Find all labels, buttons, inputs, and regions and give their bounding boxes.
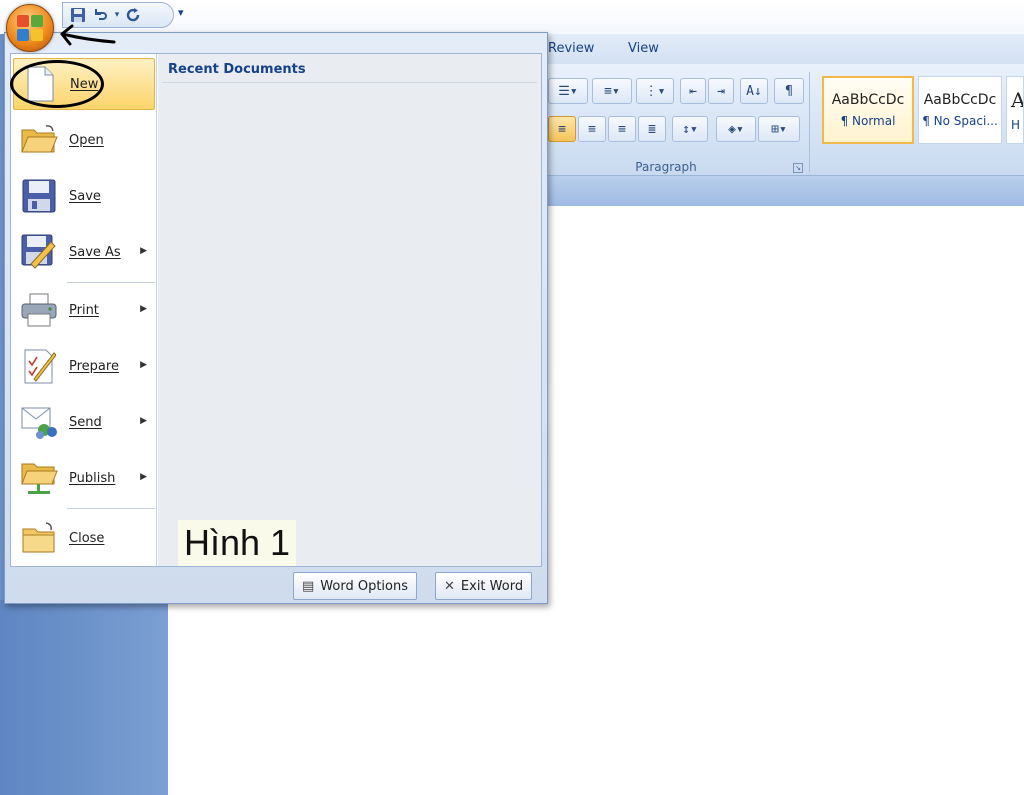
styles-group: AaBbCcDc ¶ Normal AaBbCcDc ¶ No Spaci...… xyxy=(816,72,1024,172)
paragraph-group: ☰▾ ≡▾ ⋮▾ ⇤ ⇥ A↓ ¶ ≡ ≡ ≡ ≣ ↕▾ ◈▾ ⊞▾ Parag… xyxy=(546,72,810,174)
menu-item-label: New xyxy=(70,76,99,92)
office-logo-icon xyxy=(17,15,43,41)
justify-icon[interactable]: ≣ xyxy=(638,116,666,142)
save-icon[interactable] xyxy=(69,6,87,24)
figure-caption: Hình 1 xyxy=(178,520,297,566)
submenu-arrow-icon: ▶ xyxy=(140,416,147,426)
save-icon xyxy=(19,176,59,216)
menu-item-label: Send xyxy=(69,414,102,430)
send-icon xyxy=(19,402,59,442)
align-left-icon[interactable]: ≡ xyxy=(548,116,576,142)
menu-item-save[interactable]: Save xyxy=(13,170,155,222)
menu-item-label: Open xyxy=(69,132,104,148)
exit-word-button[interactable]: ✕ Exit Word xyxy=(435,572,533,600)
new-document-icon xyxy=(20,64,60,104)
tab-view[interactable]: View xyxy=(628,41,659,56)
ruler-strip xyxy=(546,176,1024,206)
redo-icon[interactable] xyxy=(125,6,143,24)
bullets-icon[interactable]: ☰▾ xyxy=(548,78,588,104)
recent-separator xyxy=(162,82,537,83)
menu-item-label: Publish xyxy=(69,470,116,486)
recent-documents-title: Recent Documents xyxy=(168,62,306,77)
style-name: ¶ No Spaci... xyxy=(922,114,998,128)
menu-separator xyxy=(67,282,155,283)
publish-icon xyxy=(19,458,59,498)
office-button[interactable] xyxy=(6,4,54,52)
decrease-indent-icon[interactable]: ⇤ xyxy=(680,78,706,104)
style-sample: A xyxy=(1011,88,1023,112)
office-menu-commands: New Open Save Save As ▶ Print ▶ Prepare … xyxy=(11,54,157,566)
menu-item-publish[interactable]: Publish ▶ xyxy=(13,452,155,504)
customize-toolbar-icon[interactable]: ▾ xyxy=(178,6,184,19)
quick-access-toolbar: ▾ xyxy=(62,2,174,28)
submenu-arrow-icon: ▶ xyxy=(140,304,147,314)
increase-indent-icon[interactable]: ⇥ xyxy=(708,78,734,104)
ribbon: ☰▾ ≡▾ ⋮▾ ⇤ ⇥ A↓ ¶ ≡ ≡ ≡ ≣ ↕▾ ◈▾ ⊞▾ Parag… xyxy=(546,64,1024,176)
style-name: H xyxy=(1011,118,1021,132)
menu-item-label: Prepare xyxy=(69,358,119,374)
recent-documents-panel: Recent Documents Hình 1 xyxy=(158,54,541,566)
menu-item-print[interactable]: Print ▶ xyxy=(13,284,155,336)
shading-icon[interactable]: ◈▾ xyxy=(716,116,756,142)
word-options-button[interactable]: ▤ Word Options xyxy=(293,572,418,600)
menu-item-open[interactable]: Open xyxy=(13,114,155,166)
menu-separator xyxy=(67,508,155,509)
align-right-icon[interactable]: ≡ xyxy=(608,116,636,142)
multilevel-list-icon[interactable]: ⋮▾ xyxy=(636,78,674,104)
ribbon-tab-row: Review View xyxy=(546,34,1024,64)
menu-item-label: Save As xyxy=(69,244,121,260)
menu-item-new[interactable]: New xyxy=(13,58,155,110)
menu-item-close[interactable]: Close xyxy=(13,512,155,564)
office-menu-body: New Open Save Save As ▶ Print ▶ Prepare … xyxy=(10,53,542,567)
submenu-arrow-icon: ▶ xyxy=(140,246,147,256)
printer-icon xyxy=(19,290,59,330)
tab-review[interactable]: Review xyxy=(548,41,594,56)
style-sample: AaBbCcDc xyxy=(831,92,905,108)
submenu-arrow-icon: ▶ xyxy=(140,472,147,482)
style-no-spacing[interactable]: AaBbCcDc ¶ No Spaci... xyxy=(918,76,1002,144)
dialog-launcher-icon[interactable]: ↘ xyxy=(793,163,803,173)
close-folder-icon xyxy=(19,518,59,558)
exit-word-label: Exit Word xyxy=(460,578,524,594)
sort-icon[interactable]: A↓ xyxy=(740,78,768,104)
undo-icon[interactable] xyxy=(91,6,109,24)
menu-item-label: Close xyxy=(69,530,105,546)
open-folder-icon xyxy=(19,120,59,160)
word-options-label: Word Options xyxy=(320,578,409,594)
prepare-icon xyxy=(19,346,59,386)
menu-item-label: Save xyxy=(69,188,101,204)
left-frame-panel xyxy=(0,600,168,795)
menu-item-send[interactable]: Send ▶ xyxy=(13,396,155,448)
show-formatting-icon[interactable]: ¶ xyxy=(774,78,804,104)
office-menu: New Open Save Save As ▶ Print ▶ Prepare … xyxy=(4,32,548,604)
style-sample: AaBbCcDc xyxy=(923,92,997,108)
borders-icon[interactable]: ⊞▾ xyxy=(758,116,800,142)
menu-item-save-as[interactable]: Save As ▶ xyxy=(13,226,155,278)
save-as-icon xyxy=(19,232,59,272)
undo-dropdown-icon[interactable]: ▾ xyxy=(113,6,121,24)
numbering-icon[interactable]: ≡▾ xyxy=(592,78,632,104)
style-heading[interactable]: A H xyxy=(1006,76,1024,144)
menu-item-label: Print xyxy=(69,302,99,318)
paragraph-group-label: Paragraph xyxy=(635,160,697,174)
options-icon: ▤ xyxy=(302,578,315,594)
close-icon: ✕ xyxy=(444,578,455,594)
align-center-icon[interactable]: ≡ xyxy=(578,116,606,142)
submenu-arrow-icon: ▶ xyxy=(140,360,147,370)
style-normal[interactable]: AaBbCcDc ¶ Normal xyxy=(822,76,914,144)
style-name: ¶ Normal xyxy=(840,114,896,128)
line-spacing-icon[interactable]: ↕▾ xyxy=(672,116,708,142)
menu-item-prepare[interactable]: Prepare ▶ xyxy=(13,340,155,392)
